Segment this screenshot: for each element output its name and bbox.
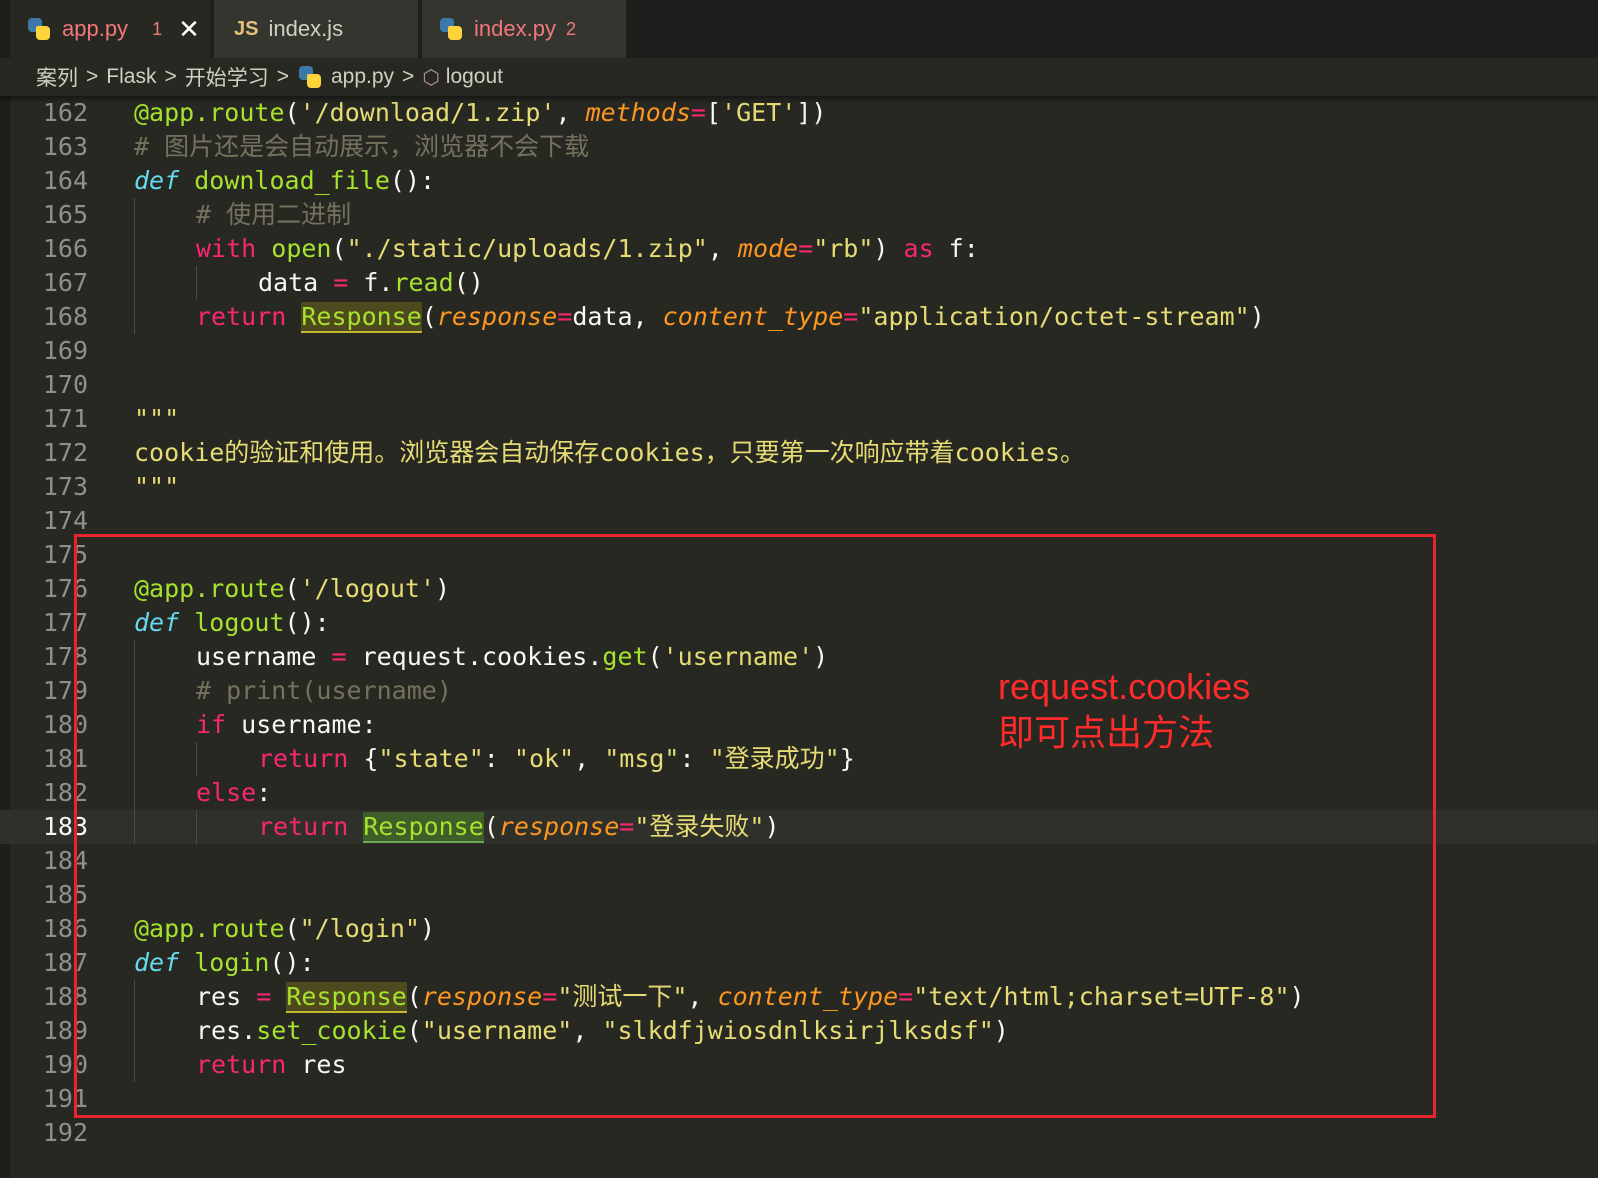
- code-line: 171 """: [0, 402, 1598, 436]
- line-number: 164: [42, 166, 88, 195]
- line-number: 162: [42, 98, 88, 127]
- breadcrumb-separator: >: [86, 65, 99, 88]
- js-icon: JS: [234, 17, 259, 40]
- breadcrumb: 案列 > Flask > 开始学习 > app.py > ⬡ logout: [0, 58, 1598, 96]
- annotation-highlight-box: [74, 534, 1436, 1118]
- line-number: 171: [42, 404, 88, 433]
- breadcrumb-item-symbol[interactable]: ⬡ logout: [422, 65, 503, 90]
- breadcrumb-symbol-label: logout: [445, 65, 503, 88]
- tab-app-py[interactable]: app.py 1 ✕: [10, 0, 210, 58]
- error-count-badge: 1: [152, 18, 163, 39]
- line-content: """: [134, 472, 180, 501]
- line-content: with open("./static/uploads/1.zip", mode…: [196, 234, 979, 263]
- indent-guide: [196, 266, 197, 300]
- indent-guide: [134, 232, 135, 266]
- tab-bar: app.py 1 ✕ JS index.js index.py 2: [0, 0, 1598, 58]
- breadcrumb-separator: >: [276, 65, 289, 88]
- line-number: 168: [42, 302, 88, 331]
- tab-index-js[interactable]: JS index.js: [214, 0, 418, 58]
- code-line: 170: [0, 368, 1598, 402]
- line-content: cookie的验证和使用。浏览器会自动保存cookies，只要第一次响应带着co…: [134, 438, 1086, 467]
- code-line: 162 @app.route('/download/1.zip', method…: [0, 96, 1598, 130]
- code-line: 166 with open("./static/uploads/1.zip", …: [0, 232, 1598, 266]
- line-number: 169: [42, 336, 88, 365]
- line-number: 163: [42, 132, 88, 161]
- python-icon: [438, 16, 464, 42]
- breadcrumb-file-label: app.py: [330, 65, 395, 88]
- tab-label: index.py: [474, 16, 556, 41]
- tab-index-py[interactable]: index.py 2: [422, 0, 626, 58]
- line-number: 174: [42, 506, 88, 535]
- line-number: 166: [42, 234, 88, 263]
- line-content: data = f.read(): [258, 268, 484, 297]
- code-line: 174: [0, 504, 1598, 538]
- line-content: return Response(response=data, content_t…: [196, 302, 1265, 333]
- line-content: # 图片还是会自动展示，浏览器不会下载: [134, 132, 590, 161]
- code-line: 165 # 使用二进制: [0, 198, 1598, 232]
- breadcrumb-item[interactable]: 开始学习: [185, 62, 269, 92]
- code-line: 168 return Response(response=data, conte…: [0, 300, 1598, 334]
- python-icon: [26, 16, 52, 42]
- line-content: # 使用二进制: [196, 200, 352, 229]
- annotation-line: 即可点出方法: [998, 712, 1215, 753]
- code-line: 173 """: [0, 470, 1598, 504]
- line-content: @app.route('/download/1.zip', methods=['…: [134, 98, 827, 127]
- annotation-note: request.cookies 即可点出方法: [998, 664, 1250, 756]
- breadcrumb-separator: >: [164, 65, 177, 88]
- code-line: 167 data = f.read(): [0, 266, 1598, 300]
- method-cube-icon: ⬡: [422, 66, 440, 89]
- annotation-line: request.cookies: [998, 666, 1251, 707]
- python-icon: [297, 64, 323, 90]
- code-line: 192: [0, 1116, 1598, 1150]
- breadcrumb-item[interactable]: 案列: [36, 62, 78, 92]
- tab-label: app.py: [62, 16, 129, 41]
- line-number: 165: [42, 200, 88, 229]
- code-line: 164 def download_file():: [0, 164, 1598, 198]
- line-number: 173: [42, 472, 88, 501]
- breadcrumb-item[interactable]: Flask: [106, 65, 156, 89]
- close-icon[interactable]: ✕: [178, 14, 200, 45]
- breadcrumb-separator: >: [402, 65, 415, 88]
- indent-guide: [134, 198, 135, 232]
- line-number: 167: [42, 268, 88, 297]
- tab-label: index.js: [268, 16, 344, 41]
- indent-guide: [134, 266, 135, 300]
- line-content: def download_file():: [134, 166, 436, 195]
- code-line: 172 cookie的验证和使用。浏览器会自动保存cookies，只要第一次响应…: [0, 436, 1598, 470]
- line-number: 192: [42, 1118, 88, 1147]
- indent-guide: [134, 300, 135, 334]
- symbol-highlight: Response: [301, 302, 422, 333]
- code-line: 163 # 图片还是会自动展示，浏览器不会下载: [0, 130, 1598, 164]
- line-content: """: [134, 404, 180, 433]
- error-count-badge: 2: [565, 18, 576, 39]
- breadcrumb-item-file[interactable]: app.py: [297, 64, 394, 90]
- line-number: 170: [42, 370, 88, 399]
- line-number: 172: [42, 438, 88, 467]
- code-line: 169: [0, 334, 1598, 368]
